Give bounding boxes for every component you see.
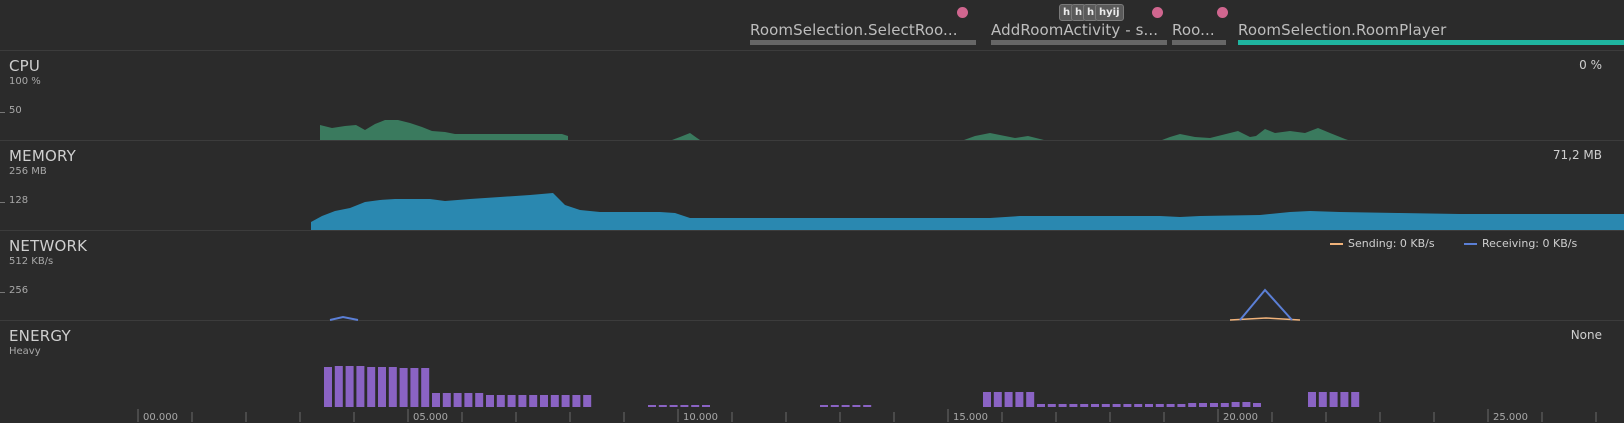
energy-bar (1329, 392, 1338, 407)
energy-bar (863, 405, 872, 407)
energy-bar (410, 368, 419, 407)
energy-bar (1134, 404, 1143, 407)
energy-bar (1058, 404, 1067, 407)
energy-bar (1145, 404, 1153, 407)
time-axis-ticks (137, 409, 1597, 422)
energy-bar (464, 393, 473, 407)
energy-bar (830, 405, 839, 407)
energy-bar (1004, 392, 1013, 407)
energy-bar (1308, 392, 1316, 407)
time-axis-label: 25.000 (1493, 412, 1528, 423)
energy-bar (1220, 403, 1229, 407)
time-axis-label: 00.000 (143, 412, 178, 423)
energy-bar (1155, 404, 1164, 407)
energy-bar (432, 393, 440, 407)
energy-bar (367, 367, 376, 407)
energy-bar (820, 405, 828, 407)
energy-bar (507, 395, 516, 407)
energy-bar (1231, 402, 1240, 407)
energy-bar (356, 366, 365, 407)
energy-bar (691, 405, 700, 407)
energy-bar (421, 368, 430, 407)
energy-bar (388, 367, 397, 407)
network-receiving-line (1239, 288, 1293, 321)
energy-bar (540, 395, 548, 407)
cpu-usage-area (672, 133, 700, 140)
energy-bar (1166, 404, 1175, 407)
energy-bar (550, 395, 559, 407)
energy-bar (993, 392, 1002, 407)
energy-bar (1026, 392, 1035, 407)
energy-bar (841, 405, 850, 407)
energy-bar (1210, 403, 1218, 407)
energy-bar (1015, 392, 1024, 407)
energy-bar (334, 366, 343, 407)
time-axis-label: 10.000 (683, 412, 718, 423)
energy-bar (561, 395, 570, 407)
cpu-usage-area (964, 133, 1044, 140)
energy-bar (1177, 404, 1186, 407)
energy-bar (1351, 392, 1360, 407)
energy-bar (486, 395, 494, 407)
time-axis-label: 15.000 (953, 412, 988, 423)
energy-bar (324, 367, 332, 407)
energy-bar (529, 395, 538, 407)
energy-bar (680, 405, 689, 407)
time-axis-label: 20.000 (1223, 412, 1258, 423)
energy-bar (1091, 404, 1099, 407)
energy-bar (345, 366, 354, 407)
energy-bar (1242, 402, 1251, 407)
cpu-usage-area (1162, 128, 1348, 140)
energy-bar (378, 367, 386, 407)
energy-bar (1069, 404, 1078, 407)
energy-bar (1318, 392, 1327, 407)
energy-bar (518, 395, 527, 407)
energy-bar (572, 395, 581, 407)
energy-bars (324, 366, 1360, 407)
energy-bar (399, 368, 408, 407)
memory-usage-area (311, 193, 1624, 230)
energy-bar (702, 405, 710, 407)
energy-bar (583, 395, 592, 407)
energy-bar (1101, 404, 1110, 407)
energy-bar (1340, 392, 1349, 407)
energy-bar (852, 405, 861, 407)
energy-bar (1112, 404, 1121, 407)
energy-bar (453, 393, 462, 407)
energy-bar (1253, 403, 1261, 407)
energy-bar (1188, 403, 1197, 407)
energy-bar (1199, 403, 1207, 407)
cpu-usage-area (320, 120, 568, 140)
energy-bar (1047, 404, 1056, 407)
energy-bar (669, 405, 678, 407)
energy-bar (648, 405, 656, 407)
energy-bar (983, 392, 991, 407)
energy-bar (658, 405, 667, 407)
energy-bar (1080, 404, 1089, 407)
network-receiving-line (329, 315, 359, 321)
energy-bar (496, 395, 505, 407)
profiler-timeline[interactable]: h h h hyij RoomSelection.SelectRoo... Ad… (0, 0, 1624, 423)
profiler-graphs (137, 120, 1624, 422)
energy-bar (442, 393, 451, 407)
energy-bar (1037, 404, 1045, 407)
energy-bar (1123, 404, 1132, 407)
time-axis-label: 05.000 (413, 412, 448, 423)
energy-bar (475, 393, 484, 407)
